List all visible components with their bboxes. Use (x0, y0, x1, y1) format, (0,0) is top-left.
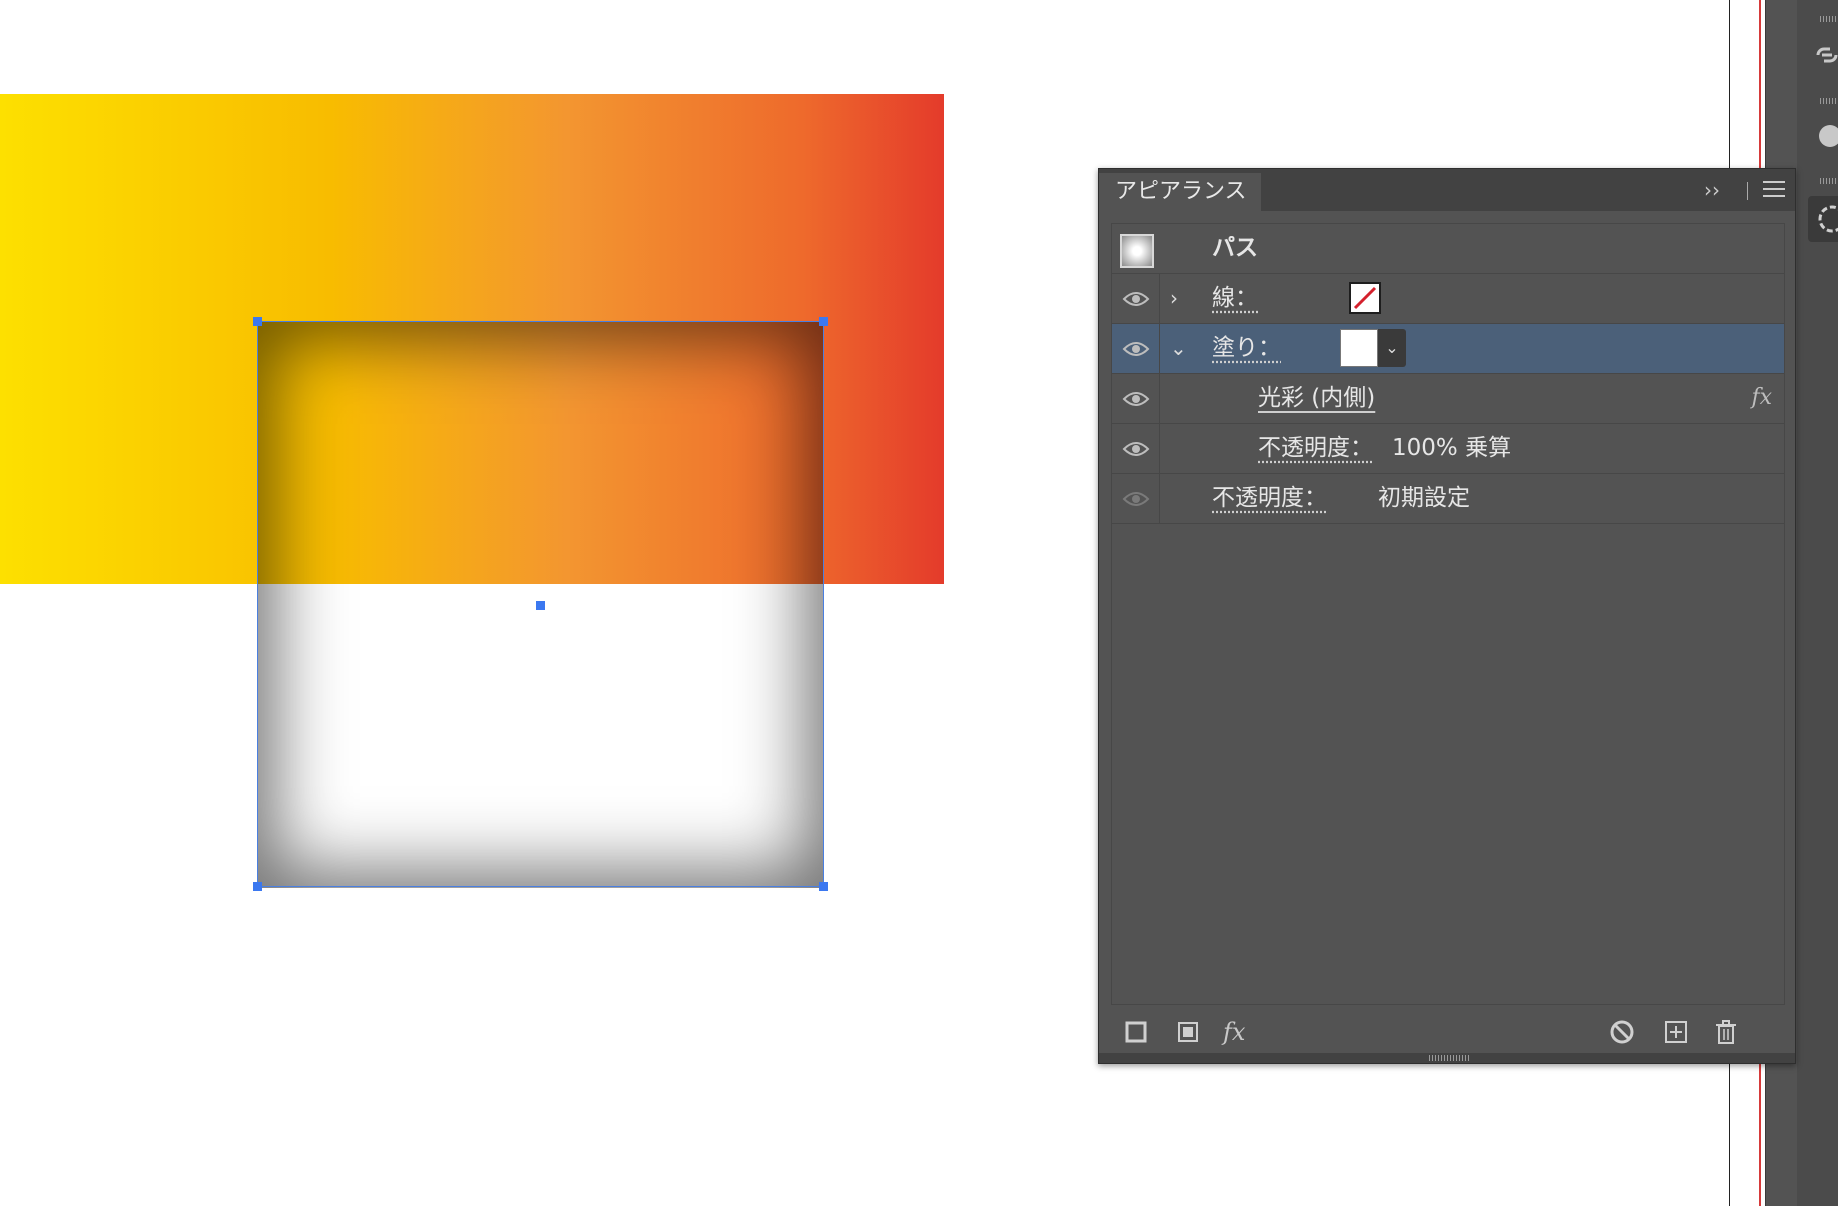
fill-row[interactable]: ⌄ 塗り： ⌄ (1112, 324, 1784, 374)
dock-grip[interactable] (1820, 178, 1838, 184)
fx-icon: fx (1751, 374, 1772, 422)
object-type-label: パス (1212, 224, 1258, 272)
resize-handle-bottom-right[interactable] (819, 882, 828, 891)
visibility-toggle[interactable] (1112, 424, 1160, 473)
add-stroke-icon[interactable] (1119, 1015, 1153, 1049)
object-opacity-row[interactable]: 不透明度： 初期設定 (1112, 474, 1784, 524)
visibility-toggle[interactable] (1112, 474, 1160, 523)
appearance-list: パス › 線： ⌄ 塗り： ⌄ 光彩 (内側) fx 不透明度： 100% 乗算… (1111, 223, 1785, 1005)
inner-glow-effect-row[interactable]: 光彩 (内側) fx (1112, 374, 1784, 424)
fill-opacity-row[interactable]: 不透明度： 100% 乗算 (1112, 424, 1784, 474)
eye-icon-dimmed (1122, 489, 1150, 509)
eye-icon (1122, 389, 1150, 409)
duplicate-item-icon[interactable] (1659, 1015, 1693, 1049)
stroke-swatch[interactable] (1349, 282, 1381, 314)
title-row[interactable]: パス (1112, 224, 1784, 274)
stroke-row[interactable]: › 線： (1112, 274, 1784, 324)
appearance-panel: アピアランス ›› パス › 線： ⌄ 塗り： ⌄ 光彩 (内側) fx 不透明… (1098, 168, 1796, 1064)
fx-menu-icon[interactable]: fx (1223, 1015, 1257, 1049)
eye-icon (1122, 339, 1150, 359)
link-icon[interactable] (1812, 40, 1838, 70)
fill-label[interactable]: 塗り： (1212, 324, 1281, 372)
tab-appearance[interactable]: アピアランス (1099, 173, 1261, 211)
dock-grip[interactable] (1820, 16, 1838, 22)
chevron-down-icon[interactable]: ⌄ (1170, 336, 1188, 360)
chevron-down-icon[interactable]: ⌄ (1378, 329, 1406, 367)
panel-footer: fx (1099, 1015, 1795, 1051)
opacity-label[interactable]: 不透明度： (1258, 424, 1373, 472)
none-color-icon (1351, 284, 1379, 312)
visibility-toggle[interactable] (1112, 324, 1160, 373)
trash-icon[interactable] (1709, 1015, 1743, 1049)
resize-handle-top-right[interactable] (819, 317, 828, 326)
panel-tabbar: アピアランス ›› (1099, 169, 1795, 211)
chevron-right-icon[interactable]: › (1170, 286, 1188, 310)
object-thumbnail (1120, 234, 1154, 268)
visibility-toggle[interactable] (1112, 274, 1160, 323)
appearance-dock-button[interactable] (1808, 196, 1838, 242)
resize-handle-top-left[interactable] (253, 317, 262, 326)
add-fill-icon[interactable] (1171, 1015, 1205, 1049)
eye-icon (1122, 439, 1150, 459)
panel-resize-bar[interactable] (1099, 1053, 1795, 1063)
color-swatch-icon[interactable] (1812, 122, 1838, 152)
stroke-label[interactable]: 線： (1212, 274, 1258, 322)
opacity-label[interactable]: 不透明度： (1212, 474, 1327, 522)
eye-icon (1122, 289, 1150, 309)
dock-grip[interactable] (1820, 98, 1838, 104)
hamburger-icon[interactable] (1763, 181, 1785, 199)
center-point-handle[interactable] (536, 601, 545, 610)
fill-swatch[interactable] (1340, 329, 1378, 367)
clear-appearance-icon[interactable] (1605, 1015, 1639, 1049)
inner-glow-label[interactable]: 光彩 (内側) (1258, 374, 1375, 422)
opacity-value: 100% 乗算 (1392, 424, 1511, 472)
double-chevron-right-icon[interactable]: ›› (1699, 175, 1725, 205)
visibility-toggle[interactable] (1112, 374, 1160, 423)
opacity-value: 初期設定 (1378, 474, 1470, 522)
resize-handle-bottom-left[interactable] (253, 882, 262, 891)
resize-grip[interactable] (1429, 1055, 1469, 1061)
tab-divider (1747, 182, 1748, 200)
